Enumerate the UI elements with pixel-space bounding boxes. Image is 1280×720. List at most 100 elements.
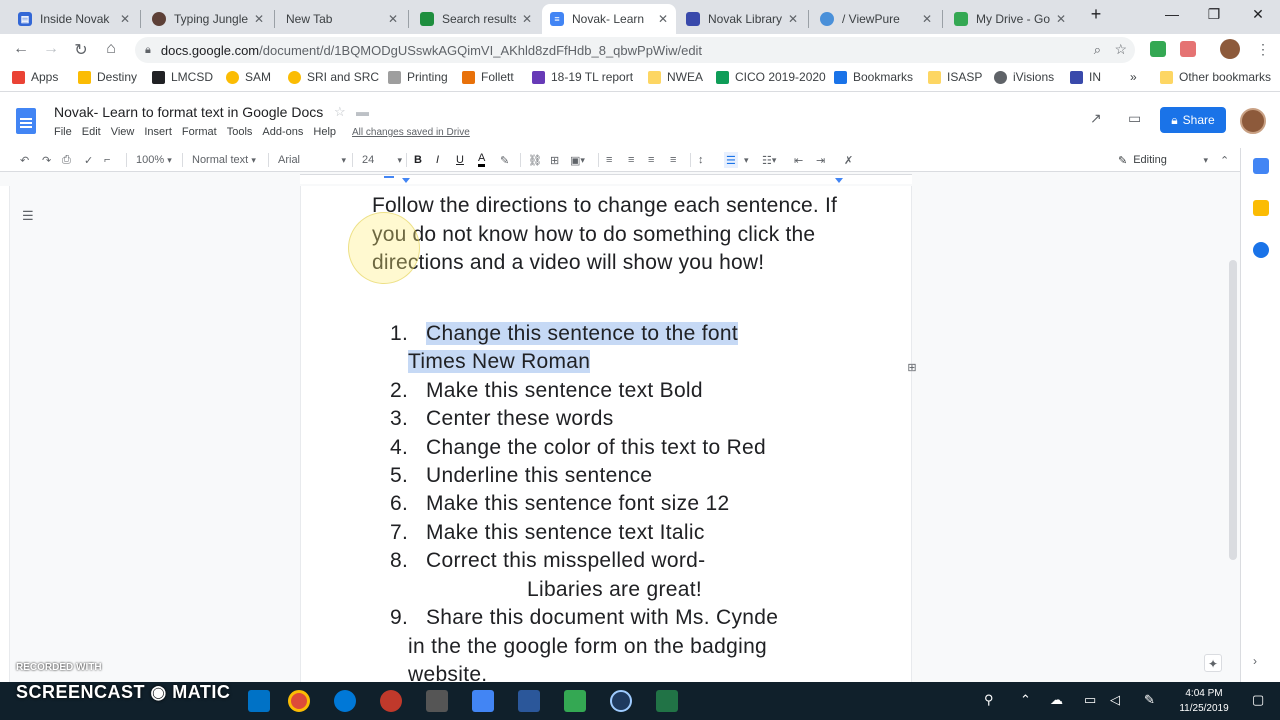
browser-tab[interactable]: Novak Library ✕ <box>678 4 806 34</box>
browser-tab[interactable]: Search results ✕ <box>412 4 540 34</box>
onedrive-icon[interactable]: ☁ <box>1050 692 1063 708</box>
right-margin-marker[interactable] <box>835 178 843 183</box>
align-justify-icon[interactable]: ≡ <box>670 152 676 168</box>
close-tab-icon[interactable]: ✕ <box>522 12 532 26</box>
undo-icon[interactable]: ↶ <box>20 152 29 168</box>
close-tab-icon[interactable]: ✕ <box>1056 12 1066 26</box>
document-title[interactable]: Novak- Learn to format text in Google Do… <box>54 104 323 120</box>
spellcheck-icon[interactable]: ✓ <box>84 152 93 168</box>
browser-tab-active[interactable]: ≡ Novak- Learn ✕ <box>542 4 676 34</box>
link-icon[interactable]: ⛓ <box>528 152 542 168</box>
menu-tools[interactable]: Tools <box>227 126 253 138</box>
close-tab-icon[interactable]: ✕ <box>254 12 264 26</box>
align-right-icon[interactable]: ≡ <box>648 152 654 168</box>
profile-avatar[interactable] <box>1220 39 1240 59</box>
star-icon[interactable]: ☆ <box>1114 41 1127 58</box>
docs-icon[interactable] <box>472 690 494 712</box>
list-item[interactable]: 8. Correct this misspelled word- <box>390 547 705 576</box>
screencast-icon[interactable] <box>610 690 632 712</box>
person-icon[interactable]: ⚲ <box>984 692 994 708</box>
close-tab-icon[interactable]: ✕ <box>120 12 130 26</box>
list-item[interactable]: 3. Center these words <box>390 405 614 434</box>
home-icon[interactable]: ⌂ <box>100 40 122 58</box>
star-icon[interactable]: ☆ <box>334 104 346 120</box>
more-bookmarks-button[interactable]: » <box>1130 70 1137 84</box>
bookmark-item[interactable]: 18-19 TL report <box>532 70 633 84</box>
list-item-continuation[interactable]: website. <box>408 661 487 682</box>
chevron-down-icon[interactable]: ▾ <box>744 152 749 168</box>
list-item[interactable]: 6. Make this sentence font size 12 <box>390 490 729 519</box>
bookmark-item[interactable]: Bookmarks <box>834 70 913 84</box>
menu-edit[interactable]: Edit <box>82 126 101 138</box>
tasks-icon[interactable] <box>1253 242 1269 258</box>
intro-paragraph[interactable]: Follow the directions to change each sen… <box>372 192 842 278</box>
outlook-icon[interactable] <box>248 690 270 712</box>
maximize-button[interactable]: ❐ <box>1194 6 1234 23</box>
bookmark-folder[interactable]: ISASP <box>928 70 982 84</box>
bookmark-item[interactable]: Destiny <box>78 70 137 84</box>
collapse-icon[interactable]: ⌃ <box>1220 152 1229 168</box>
italic-icon[interactable]: I <box>436 152 439 168</box>
forward-icon[interactable]: → <box>40 40 62 58</box>
font-size-select[interactable]: 24 ▾ <box>362 152 402 168</box>
avatar[interactable] <box>1240 108 1266 134</box>
comment-icon[interactable]: ▭ <box>1128 110 1141 127</box>
editing-mode-select[interactable]: ✎ Editing ▾ <box>1118 152 1208 168</box>
extension-icon[interactable] <box>1180 41 1196 57</box>
outline-icon[interactable]: ☰ <box>22 208 34 224</box>
bookmark-apps[interactable]: Apps <box>12 70 58 84</box>
clock[interactable]: 4:04 PM 11/25/2019 <box>1168 686 1240 716</box>
edge-icon[interactable] <box>334 690 356 712</box>
print-icon[interactable]: ⎙ <box>62 152 71 168</box>
close-window-button[interactable]: ✕ <box>1238 6 1278 23</box>
browser-tab[interactable]: ▤ Inside Novak ✕ <box>10 4 138 34</box>
list-item[interactable]: 5. Underline this sentence <box>390 462 652 491</box>
calendar-icon[interactable] <box>1253 158 1269 174</box>
menu-help[interactable]: Help <box>313 126 336 138</box>
list-item[interactable]: 7. Make this sentence text Italic <box>390 519 705 548</box>
menu-insert[interactable]: Insert <box>144 126 172 138</box>
style-select[interactable]: Normal text ▾ <box>192 152 262 168</box>
chevron-right-icon[interactable]: › <box>1253 654 1257 668</box>
left-margin-marker[interactable] <box>402 178 410 183</box>
line-spacing-icon[interactable]: ↕ <box>698 152 704 168</box>
align-center-icon[interactable]: ≡ <box>628 152 634 168</box>
list-item-continuation[interactable]: Libaries are great! <box>527 576 702 605</box>
extension-icon[interactable] <box>1150 41 1166 57</box>
browser-tab[interactable]: My Drive - Go ✕ <box>946 4 1074 34</box>
browser-tab[interactable]: / ViewPure ✕ <box>812 4 940 34</box>
folder-icon[interactable]: ▬ <box>356 104 369 119</box>
browser-tab[interactable]: Typing Jungle ✕ <box>144 4 272 34</box>
bookmark-folder[interactable]: NWEA <box>648 70 703 84</box>
volume-icon[interactable]: ◁ <box>1110 692 1120 708</box>
back-icon[interactable]: ← <box>10 40 32 58</box>
share-button[interactable]: 🔒︎ Share <box>1160 107 1226 133</box>
drive-icon[interactable] <box>564 690 586 712</box>
decrease-indent-icon[interactable]: ⇤ <box>794 152 803 168</box>
menu-format[interactable]: Format <box>182 126 217 138</box>
zoom-select[interactable]: 100% ▾ <box>136 152 176 168</box>
bookmark-item[interactable]: SAM <box>226 70 271 84</box>
minimize-button[interactable]: — <box>1152 6 1192 22</box>
activity-icon[interactable]: ↗ <box>1090 110 1102 127</box>
close-tab-icon[interactable]: ✕ <box>388 12 398 26</box>
bookmark-item[interactable]: LMCSD <box>152 70 213 84</box>
menu-addons[interactable]: Add-ons <box>262 126 303 138</box>
bookmark-item[interactable]: IN <box>1070 70 1101 84</box>
camera-icon[interactable] <box>426 690 448 712</box>
bookmark-item[interactable]: SRI and SRC <box>288 70 379 84</box>
pen-icon[interactable]: ✎ <box>1144 692 1155 708</box>
new-tab-button[interactable]: + <box>1076 4 1116 25</box>
close-tab-icon[interactable]: ✕ <box>658 12 668 26</box>
other-bookmarks-folder[interactable]: Other bookmarks <box>1160 70 1271 84</box>
chevron-up-icon[interactable]: ⌃ <box>1020 692 1031 708</box>
bookmark-item[interactable]: CICO 2019-2020 <box>716 70 826 84</box>
font-select[interactable]: Arial ▾ <box>278 152 346 168</box>
insert-image-icon[interactable]: ▣ ▾ <box>570 152 585 168</box>
paint-format-icon[interactable]: ⌐ <box>104 152 110 168</box>
indent-marker[interactable] <box>384 176 394 178</box>
bookmark-item[interactable]: Printing <box>388 70 448 84</box>
list-item-continuation[interactable]: Times New Roman <box>408 348 591 377</box>
search-icon[interactable]: ⌕ <box>1094 42 1101 58</box>
text-color-icon[interactable]: A <box>478 152 486 167</box>
